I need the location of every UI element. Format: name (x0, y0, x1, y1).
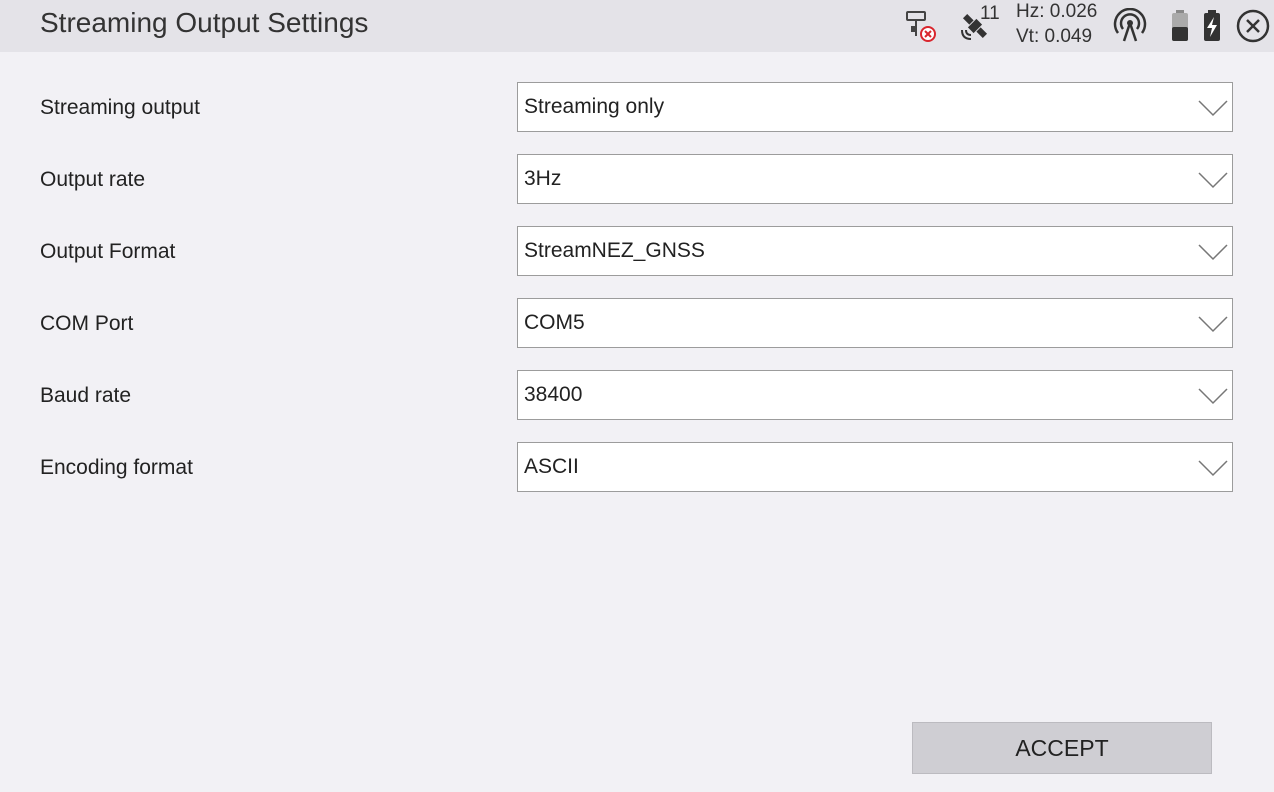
encoding-format-label: Encoding format (40, 456, 193, 479)
streaming-output-label: Streaming output (40, 96, 200, 119)
title-bar: Streaming Output Settings 11 Hz: 0.026 V… (0, 0, 1274, 52)
chevron-down-icon (1198, 100, 1228, 117)
select-value: 38400 (524, 383, 583, 406)
vt-precision: Vt: 0.049 (1016, 26, 1093, 47)
hz-precision: Hz: 0.026 (1016, 1, 1098, 22)
chevron-down-icon (1198, 388, 1228, 405)
com-port-select[interactable]: COM5 (517, 298, 1233, 348)
battery-charging-icon[interactable] (1194, 8, 1230, 44)
page-title: Streaming Output Settings (40, 7, 369, 38)
chevron-down-icon (1198, 244, 1228, 261)
chevron-down-icon (1198, 460, 1228, 477)
baud-rate-select[interactable]: 38400 (517, 370, 1233, 420)
streaming-output-select[interactable]: Streaming only (517, 82, 1233, 132)
select-value: Streaming only (524, 95, 665, 118)
select-value: COM5 (524, 311, 585, 334)
baud-rate-label: Baud rate (40, 384, 132, 407)
satellite-count: 11 (980, 3, 1000, 24)
output-rate-label: Output rate (40, 168, 146, 191)
close-icon[interactable] (1235, 8, 1271, 44)
receiver-disconnected-icon[interactable] (902, 8, 938, 44)
select-value: ASCII (524, 455, 579, 478)
chevron-down-icon (1198, 172, 1228, 189)
output-format-select[interactable]: StreamNEZ_GNSS (517, 226, 1233, 276)
com-port-label: COM Port (40, 312, 134, 335)
encoding-format-select[interactable]: ASCII (517, 442, 1233, 492)
chevron-down-icon (1198, 316, 1228, 333)
radio-signal-icon[interactable] (1112, 8, 1148, 44)
output-rate-select[interactable]: 3Hz (517, 154, 1233, 204)
select-value: StreamNEZ_GNSS (524, 239, 705, 262)
select-value: 3Hz (524, 167, 562, 190)
accept-button[interactable]: ACCEPT (912, 722, 1212, 774)
battery-icon[interactable] (1162, 8, 1198, 44)
output-format-label: Output Format (40, 240, 176, 263)
